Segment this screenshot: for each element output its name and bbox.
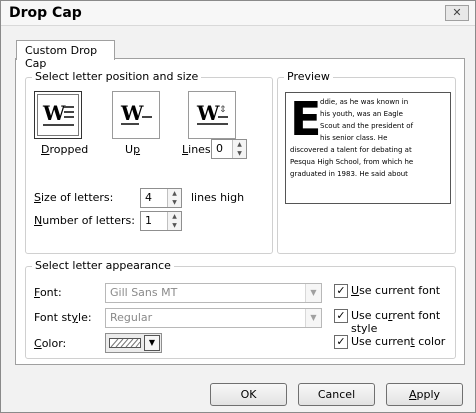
cancel-button[interactable]: Cancel <box>298 383 375 406</box>
up-label: Up <box>125 143 141 156</box>
spin-down-icon: ▼ <box>172 222 177 229</box>
position-group: Select letter position and size W Droppe… <box>25 70 273 254</box>
use-current-color-checkbox[interactable]: ✓ <box>334 335 348 349</box>
tab-label: Custom Drop Cap <box>25 44 98 70</box>
lines-icon: W ⇕ <box>196 101 228 125</box>
position-group-title: Select letter position and size <box>32 70 202 83</box>
font-value: Gill Sans MT <box>110 286 178 299</box>
svg-text:W: W <box>42 101 66 125</box>
spin-down-icon: ▼ <box>237 150 242 157</box>
dropped-icon: W <box>42 101 74 126</box>
font-style-dropdown[interactable]: Regular ▼ <box>105 308 322 328</box>
preview-line: his youth, was an Eagle <box>320 110 403 118</box>
chevron-down-icon[interactable]: ▼ <box>305 284 321 302</box>
use-current-font-style-label: Use current font style <box>351 309 441 335</box>
appearance-group-title: Select letter appearance <box>32 259 174 272</box>
lines-high-label: lines high <box>191 191 245 204</box>
svg-text:W: W <box>196 101 220 125</box>
number-of-letters-spinner[interactable]: 1 ▲ ▼ <box>140 211 182 231</box>
svg-text:W: W <box>120 101 144 125</box>
appearance-group: Select letter appearance Font: Gill Sans… <box>25 259 456 359</box>
preview-line: Scout and the president of <box>320 122 414 130</box>
lines-spin-arrows[interactable]: ▲ ▼ <box>232 140 246 158</box>
chevron-down-icon[interactable]: ▼ <box>305 309 321 327</box>
drop-cap-dialog: Drop Cap ✕ Custom Drop Cap Select letter… <box>0 0 476 413</box>
size-of-letters-label: Size of letters: <box>34 191 114 204</box>
preview-line: ddie, as he was known in <box>320 98 409 106</box>
color-label: Color: <box>34 337 67 350</box>
drop-cap-letter: E <box>290 92 322 146</box>
preview-line: discovered a talent for debating at <box>290 146 412 154</box>
close-button[interactable]: ✕ <box>445 5 469 21</box>
lines-label: Lines <box>182 143 211 156</box>
spin-down-icon: ▼ <box>172 199 177 206</box>
use-current-font-style-checkbox[interactable]: ✓ <box>334 309 348 323</box>
up-icon: W <box>120 101 152 125</box>
lines-value: 0 <box>216 142 223 155</box>
preview-group-title: Preview <box>284 70 333 83</box>
spin-up-icon: ▲ <box>172 190 177 197</box>
preview-line: his senior class. He <box>320 134 388 142</box>
use-current-color-label: Use current color <box>351 335 446 348</box>
title-bar: Drop Cap ✕ <box>1 1 475 26</box>
preview-line: Pesqua High School, from which he <box>290 158 414 166</box>
size-value: 4 <box>145 191 152 204</box>
close-icon: ✕ <box>452 6 462 19</box>
color-swatch-icon <box>109 338 141 348</box>
font-label: Font: <box>34 286 62 299</box>
lines-spinner[interactable]: 0 ▲ ▼ <box>211 139 247 159</box>
chevron-down-icon[interactable]: ▼ <box>144 335 160 351</box>
spin-up-icon: ▲ <box>172 213 177 220</box>
number-value: 1 <box>145 214 152 227</box>
lines-option-button[interactable]: W ⇕ <box>188 91 236 139</box>
color-picker-button[interactable]: ▼ <box>105 333 162 353</box>
font-dropdown[interactable]: Gill Sans MT ▼ <box>105 283 322 303</box>
ok-button[interactable]: OK <box>210 383 287 406</box>
preview-line: graduated in 1983. He said about <box>290 170 408 178</box>
up-option-button[interactable]: W <box>112 91 160 139</box>
spin-up-icon: ▲ <box>237 141 242 148</box>
apply-button[interactable]: Apply <box>386 383 463 406</box>
use-current-font-label: Use current font <box>351 284 441 297</box>
svg-text:⇕: ⇕ <box>219 105 227 115</box>
use-current-font-checkbox[interactable]: ✓ <box>334 284 348 298</box>
size-spin-arrows[interactable]: ▲ ▼ <box>167 189 181 207</box>
dropped-option-button[interactable]: W <box>34 91 82 139</box>
dialog-title: Drop Cap <box>9 5 82 21</box>
tab-custom-drop-cap[interactable]: Custom Drop Cap <box>16 40 115 70</box>
size-of-letters-spinner[interactable]: 4 ▲ ▼ <box>140 188 182 208</box>
dropped-label: Dropped <box>41 143 89 156</box>
number-of-letters-label: Number of letters: <box>34 214 135 227</box>
font-style-value: Regular <box>110 311 153 324</box>
font-style-label: Font style: <box>34 311 92 324</box>
number-spin-arrows[interactable]: ▲ ▼ <box>167 212 181 230</box>
preview-page: E ddie, as he was known in his youth, wa… <box>285 92 451 204</box>
